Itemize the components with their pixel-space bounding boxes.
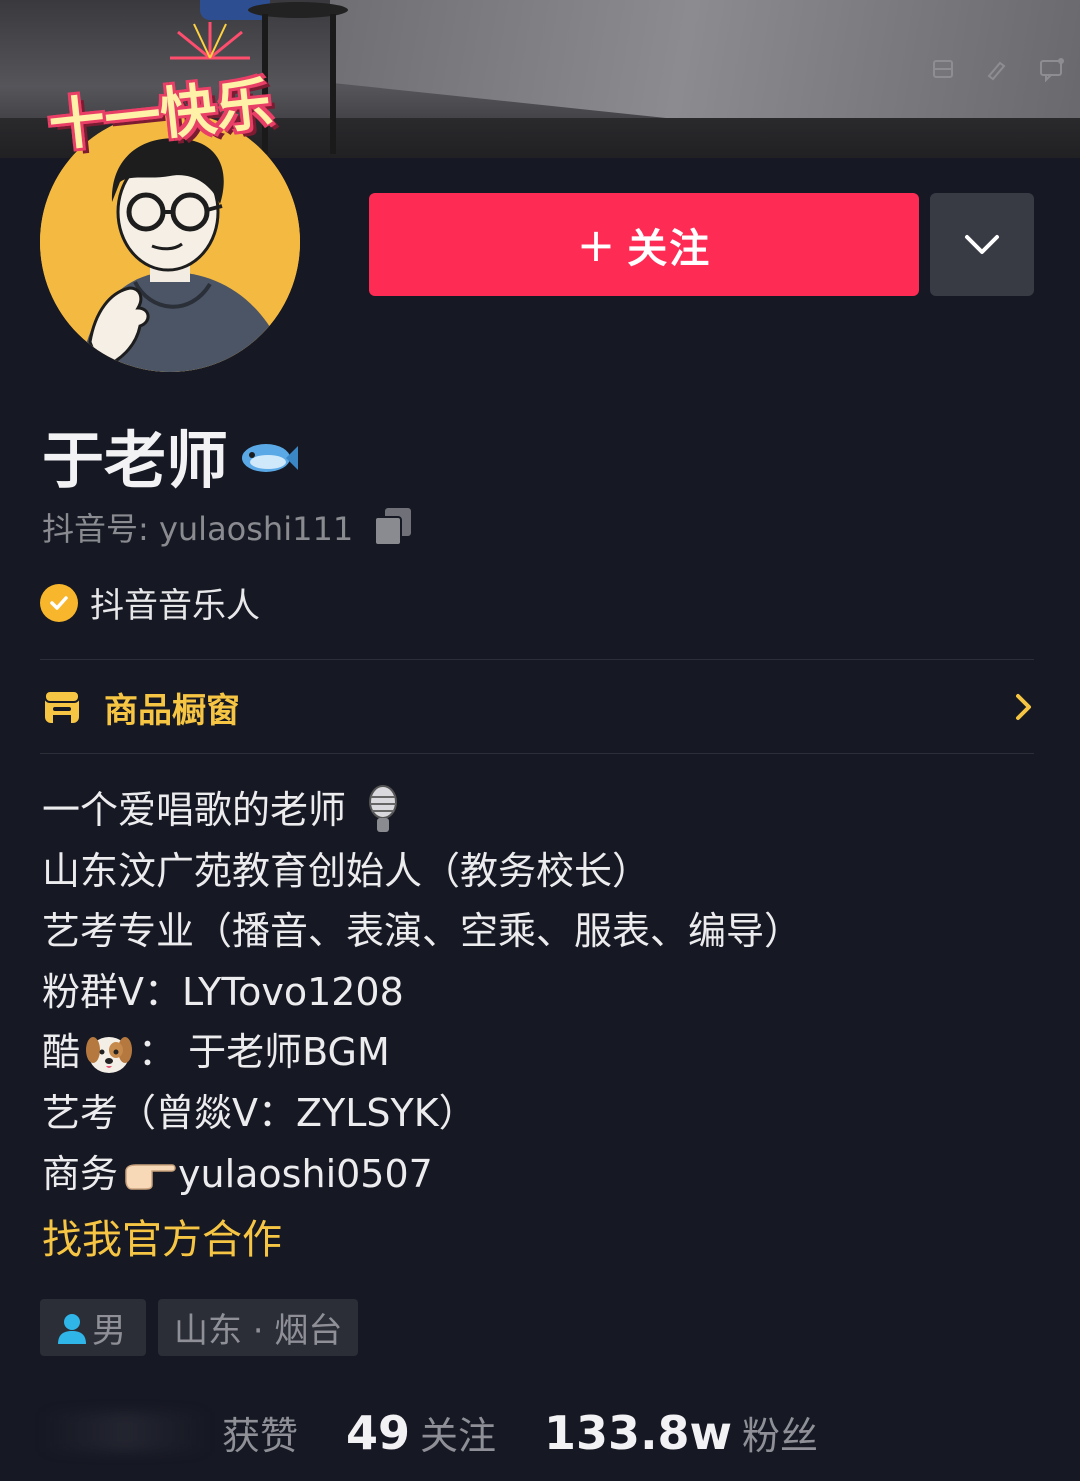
follow-button[interactable]: + 关注: [369, 193, 919, 296]
following-label: 关注: [420, 1413, 497, 1458]
microphone-icon: [369, 785, 398, 833]
bio-line: 粉群V：LYTovo1208: [42, 969, 404, 1014]
edit-icon: [987, 61, 1006, 81]
profile-stats: 获赞 49 关注 133.8w 粉丝: [40, 1400, 866, 1464]
verification-row: 抖音音乐人: [40, 578, 260, 627]
tv-icon: [933, 60, 953, 78]
location-tag: 山东 · 烟台: [158, 1299, 359, 1356]
gender-tag: 男: [40, 1299, 146, 1356]
verified-check-icon: [40, 583, 78, 622]
profile-name-text: 于老师: [42, 424, 229, 497]
bio-line: 山东汶广苑教育创始人（教务校长）: [42, 848, 651, 893]
pointing-hand-icon: [125, 1164, 176, 1190]
followers-label: 粉丝: [742, 1413, 819, 1458]
chevron-down-icon: [965, 234, 999, 254]
product-showcase-entry[interactable]: 商品橱窗: [40, 660, 1034, 754]
cover-icon-group: [930, 56, 1066, 82]
copy-icon[interactable]: [373, 506, 415, 548]
likes-label: 获赞: [222, 1413, 299, 1458]
profile-tags: 男 山东 · 烟台: [40, 1299, 359, 1356]
profile-bio: 一个爱唱歌的老师 山东汶广苑教育创始人（教务校长） 艺考专业（播音、表演、空乘、…: [42, 780, 802, 1274]
profile-name: 于老师: [42, 410, 300, 500]
verification-label: 抖音音乐人: [90, 586, 260, 626]
storefront-icon: [44, 690, 80, 723]
plus-icon: +: [576, 217, 618, 272]
douyin-id-text: 抖音号: yulaoshi111: [42, 510, 354, 548]
chevron-right-icon: [1016, 694, 1031, 720]
douyin-id: 抖音号: yulaoshi111: [42, 504, 415, 550]
gender-label: 男: [92, 1311, 126, 1351]
followers-count: 133.8w: [544, 1405, 733, 1460]
follow-button-label: 关注: [627, 225, 712, 272]
likes-count-blurred: [40, 1412, 210, 1452]
more-options-button[interactable]: [930, 193, 1034, 296]
following-stat[interactable]: 49 关注: [346, 1405, 496, 1460]
following-count: 49: [346, 1405, 411, 1460]
location-label: 山东 · 烟台: [174, 1311, 343, 1351]
followers-stat[interactable]: 133.8w 粉丝: [544, 1405, 818, 1460]
bio-line: 艺考（曾燚V：ZYLSYK）: [42, 1090, 477, 1135]
likes-stat: 获赞: [222, 1405, 298, 1460]
fish-icon: [242, 444, 299, 472]
dog-face-icon: [86, 1036, 133, 1073]
product-showcase-label: 商品橱窗: [104, 690, 240, 731]
divider: [40, 753, 1034, 754]
male-user-icon: [58, 1313, 86, 1344]
bio-line: 酷 ： 于老师BGM: [42, 1030, 390, 1075]
bio-line: 艺考专业（播音、表演、空乘、服表、编导）: [42, 909, 803, 954]
bio-line: 商务 yulaoshi0507: [42, 1151, 433, 1196]
message-icon: [1040, 58, 1064, 82]
official-cooperation-link[interactable]: 找我官方合作: [42, 1206, 802, 1274]
bio-line: 一个爱唱歌的老师: [42, 780, 802, 841]
